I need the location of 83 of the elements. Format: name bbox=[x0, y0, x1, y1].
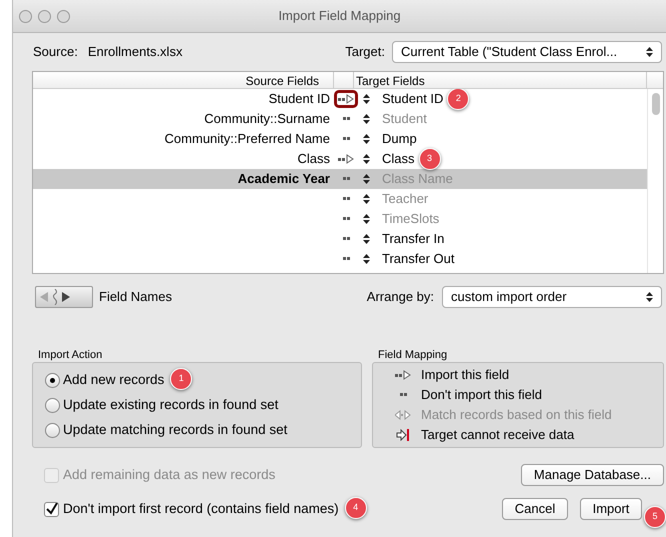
skip-dots-icon bbox=[342, 177, 350, 181]
import-arrow-icon bbox=[395, 370, 411, 380]
updown-icon bbox=[646, 47, 653, 57]
target-field: TimeSlots bbox=[382, 209, 440, 229]
column-header[interactable]: Target Fields bbox=[354, 72, 647, 88]
skip-dots-icon bbox=[342, 117, 350, 121]
legend-label: Target cannot receive data bbox=[421, 426, 574, 444]
target-field: Teacher bbox=[382, 189, 428, 209]
mapping-row[interactable]: Community::Preferred Name Dump bbox=[33, 129, 647, 149]
arrange-select[interactable]: custom import order bbox=[442, 286, 662, 308]
step-badge: 2 bbox=[447, 89, 470, 110]
import-arrow-icon bbox=[338, 154, 354, 164]
legend-label: Import this field bbox=[421, 366, 510, 384]
step-badge: 5 bbox=[644, 506, 666, 528]
target-field: Class bbox=[382, 149, 415, 169]
radio-button[interactable] bbox=[45, 398, 60, 412]
window-title: Import Field Mapping bbox=[278, 7, 401, 26]
checkbox-label[interactable]: Don't import first record (contains field names) bbox=[63, 498, 339, 520]
radio-button[interactable] bbox=[45, 422, 60, 438]
step-badge: 1 bbox=[170, 368, 192, 390]
skip-dots-icon bbox=[342, 217, 350, 221]
radio-label[interactable]: Update matching records in found set bbox=[63, 420, 288, 440]
target-select[interactable]: Current Table ("Student Class Enrol... bbox=[392, 41, 662, 63]
legend-label: Match records based on this field bbox=[421, 406, 612, 424]
import-arrow-icon bbox=[338, 94, 354, 104]
skip-dots-icon bbox=[342, 237, 350, 241]
group-title: Field Mapping bbox=[377, 348, 448, 362]
step-badge: 4 bbox=[344, 497, 367, 519]
reorder-icon bbox=[362, 114, 370, 124]
target-field: Transfer In bbox=[382, 229, 444, 249]
step-badge: 3 bbox=[418, 148, 441, 170]
cancel-button[interactable]: Cancel bbox=[502, 498, 568, 520]
mapping-row[interactable]: Academic Year Class Name bbox=[33, 169, 647, 189]
mapping-row[interactable]: Student ID Student ID 2 bbox=[33, 89, 647, 109]
updown-icon bbox=[646, 292, 653, 302]
source-field: Class bbox=[33, 149, 334, 169]
scrollbar[interactable] bbox=[647, 89, 663, 273]
reorder-icon bbox=[362, 234, 370, 244]
source-field: Community::Surname bbox=[33, 109, 334, 129]
radio-label[interactable]: Add new records bbox=[63, 370, 164, 390]
skip-dots-icon bbox=[342, 257, 350, 261]
target-field: Transfer Out bbox=[382, 249, 454, 269]
previous-icon bbox=[40, 292, 48, 302]
target-field: Dump bbox=[382, 129, 417, 149]
match-arrows-icon bbox=[395, 410, 411, 420]
reorder-icon bbox=[362, 214, 370, 224]
mapping-row[interactable]: Transfer In bbox=[33, 229, 647, 249]
source-file: Enrollments.xlsx bbox=[88, 43, 182, 62]
target-field: Student bbox=[382, 109, 427, 129]
skip-dots-icon bbox=[400, 393, 406, 397]
checkbox[interactable] bbox=[44, 502, 59, 516]
target-field: Student ID bbox=[382, 89, 444, 109]
blocked-arrow-icon bbox=[396, 429, 410, 441]
source-label: Source: bbox=[33, 43, 78, 62]
source-field: Community::Preferred Name bbox=[33, 129, 334, 149]
reorder-icon bbox=[362, 254, 370, 264]
legend-label: Don't import this field bbox=[421, 386, 542, 404]
target-field: Class Name bbox=[382, 169, 453, 189]
next-icon bbox=[62, 292, 70, 302]
source-field: Student ID bbox=[33, 89, 334, 109]
reorder-icon bbox=[362, 194, 370, 204]
radio-label[interactable]: Update existing records in found set bbox=[63, 394, 278, 416]
manage-database-button[interactable]: Manage Database... bbox=[520, 464, 664, 486]
import-button[interactable]: Import bbox=[580, 498, 642, 520]
mapping-toggle[interactable] bbox=[334, 90, 358, 108]
skip-dots-icon bbox=[342, 197, 350, 201]
radio-button[interactable] bbox=[45, 372, 60, 388]
reorder-icon bbox=[362, 174, 370, 184]
binding-icon bbox=[52, 288, 58, 304]
column-header[interactable]: Source Fields bbox=[33, 72, 334, 88]
mapping-row[interactable]: Transfer Out bbox=[33, 249, 647, 269]
navigator-label: Field Names bbox=[99, 288, 172, 306]
reorder-icon bbox=[362, 94, 370, 104]
arrange-label: Arrange by: bbox=[366, 288, 434, 306]
target-label: Target: bbox=[345, 43, 385, 62]
reorder-icon bbox=[362, 154, 370, 164]
source-field: Academic Year bbox=[33, 169, 334, 189]
checkmark-icon bbox=[46, 503, 58, 515]
skip-dots-icon bbox=[342, 137, 350, 141]
record-navigator[interactable] bbox=[35, 286, 93, 308]
group-title: Import Action bbox=[37, 348, 104, 362]
mapping-row[interactable]: Community::Surname Student bbox=[33, 109, 647, 129]
reorder-icon bbox=[362, 134, 370, 144]
